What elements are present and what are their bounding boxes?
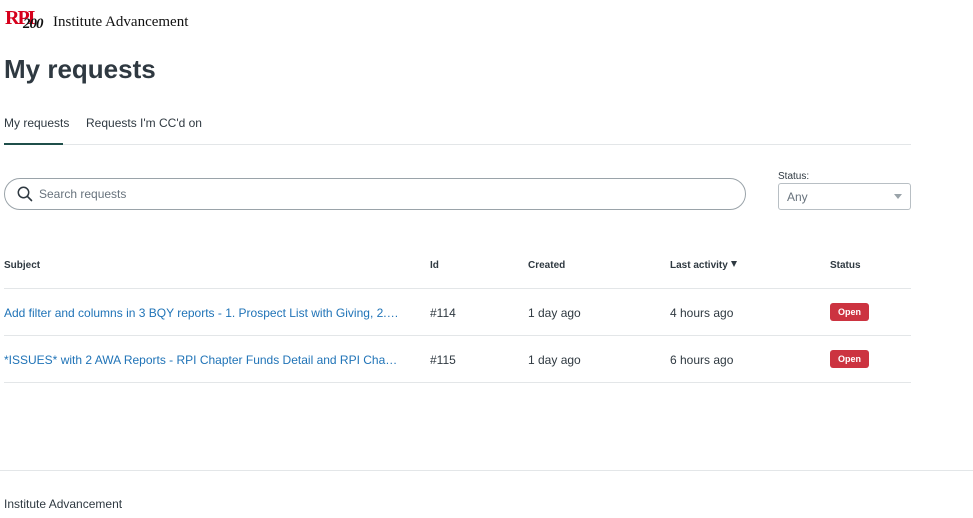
column-header-status[interactable]: Status [830, 260, 861, 271]
request-last-activity: 4 hours ago [670, 306, 734, 320]
status-badge: Open [830, 350, 870, 368]
request-id: #114 [430, 306, 456, 320]
rpi-logo-mark: RPI 200 [5, 8, 53, 34]
request-created: 1 day ago [528, 353, 581, 367]
status-filter-value: Any [787, 189, 808, 204]
column-header-subject[interactable]: Subject [4, 260, 40, 271]
page-footer: Institute Advancement [0, 470, 973, 518]
logo-text: Institute Advancement [53, 14, 189, 30]
search-box[interactable] [4, 178, 746, 210]
column-header-created[interactable]: Created [528, 260, 565, 271]
column-header-last-activity[interactable]: Last activity [670, 260, 737, 271]
search-icon [17, 186, 33, 202]
page-title: My requests [4, 54, 156, 84]
status-filter-select[interactable]: Any [778, 183, 911, 210]
status-filter-label: Status: [778, 171, 810, 182]
request-subject-link[interactable]: *ISSUES* with 2 AWA Reports - RPI Chapte… [4, 353, 399, 367]
table-row: Add filter and columns in 3 BQY reports … [4, 289, 911, 336]
request-created: 1 day ago [528, 306, 581, 320]
column-header-id[interactable]: Id [430, 260, 439, 271]
request-tabs: My requests Requests I'm CC'd on [4, 108, 911, 145]
table-row: *ISSUES* with 2 AWA Reports - RPI Chapte… [4, 336, 911, 383]
request-id: #115 [430, 353, 456, 367]
chevron-down-icon [894, 194, 902, 199]
tab-requests-cc[interactable]: Requests I'm CC'd on [86, 116, 202, 143]
footer-text: Institute Advancement [4, 497, 123, 511]
logo-mark-number: 200 [23, 16, 43, 32]
table-header-row: Subject Id Created Last activity Status [4, 250, 911, 289]
tab-my-requests[interactable]: My requests [4, 116, 69, 145]
status-badge: Open [830, 303, 870, 321]
sort-descending-icon [730, 261, 737, 267]
column-header-last-activity-label: Last activity [670, 260, 728, 271]
request-last-activity: 6 hours ago [670, 353, 734, 367]
request-subject-link[interactable]: Add filter and columns in 3 BQY reports … [4, 306, 399, 320]
search-input[interactable] [39, 187, 729, 201]
page: RPI 200 Institute Advancement My request… [0, 0, 973, 518]
site-logo[interactable]: RPI 200 Institute Advancement [5, 8, 188, 34]
